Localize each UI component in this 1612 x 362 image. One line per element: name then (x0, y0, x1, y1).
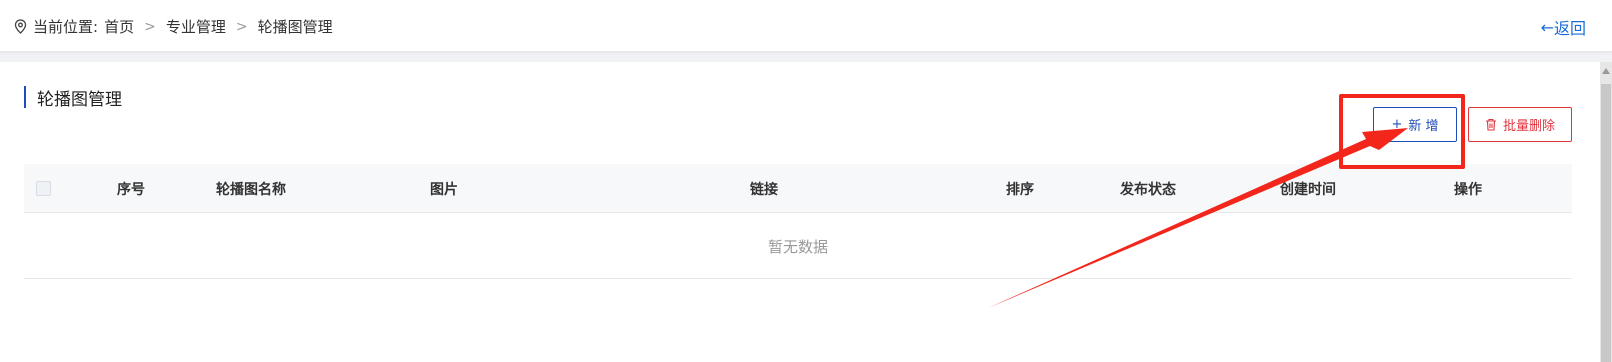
top-bar: 当前位置: 首页 > 专业管理 > 轮播图管理 ← 返回 (0, 0, 1612, 52)
breadcrumb-home[interactable]: 首页 (104, 16, 134, 37)
arrow-left-icon: ← (1540, 17, 1554, 37)
breadcrumb-major-management[interactable]: 专业管理 (166, 16, 226, 37)
vertical-scrollbar[interactable] (1600, 62, 1612, 362)
scrollbar-thumb[interactable] (1601, 84, 1611, 362)
batch-delete-label: 批量删除 (1502, 119, 1555, 134)
column-header-name: 轮播图名称 (216, 182, 286, 198)
column-header-status: 发布状态 (1120, 182, 1176, 198)
carousel-table: 序号 轮播图名称 图片 链接 排序 发布状态 创建时间 操作 暂无数据 (24, 164, 1572, 279)
column-header-index: 序号 (117, 182, 145, 198)
table-header: 序号 轮播图名称 图片 链接 排序 发布状态 创建时间 操作 (24, 164, 1572, 213)
column-header-link: 链接 (750, 182, 778, 198)
column-header-actions: 操作 (1454, 182, 1482, 198)
breadcrumb-carousel-management: 轮播图管理 (257, 18, 333, 36)
plus-icon: + (1391, 117, 1403, 132)
add-button[interactable]: + 新 增 (1373, 107, 1457, 142)
chevron-right-icon: > (144, 18, 156, 35)
chevron-right-icon: > (235, 18, 248, 35)
empty-state-text: 暂无数据 (767, 238, 828, 256)
back-link[interactable]: ← 返回 (1541, 15, 1586, 39)
add-button-label: 新 增 (1408, 119, 1439, 134)
column-header-sort: 排序 (1006, 182, 1034, 198)
breadcrumb: 当前位置: 首页 > 专业管理 > 轮播图管理 (14, 16, 333, 37)
trash-icon (1485, 118, 1496, 131)
table-body: 暂无数据 (24, 213, 1572, 279)
main-panel: 轮播图管理 + 新 增 批量删除 序号 轮播图名称 图片 链接 排序 发布状态 … (0, 62, 1600, 362)
back-label: 返回 (1553, 19, 1586, 38)
column-header-image: 图片 (430, 182, 458, 198)
select-all-checkbox[interactable] (36, 181, 51, 196)
page-title-text: 轮播图管理 (37, 89, 122, 110)
batch-delete-button[interactable]: 批量删除 (1468, 107, 1572, 142)
scroll-up-arrow-icon[interactable] (1602, 68, 1610, 74)
page-title: 轮播图管理 (24, 86, 122, 110)
title-accent-bar (24, 86, 26, 108)
location-pin-icon (14, 19, 27, 34)
column-header-created: 创建时间 (1280, 182, 1336, 198)
breadcrumb-prefix: 当前位置: (33, 18, 99, 36)
